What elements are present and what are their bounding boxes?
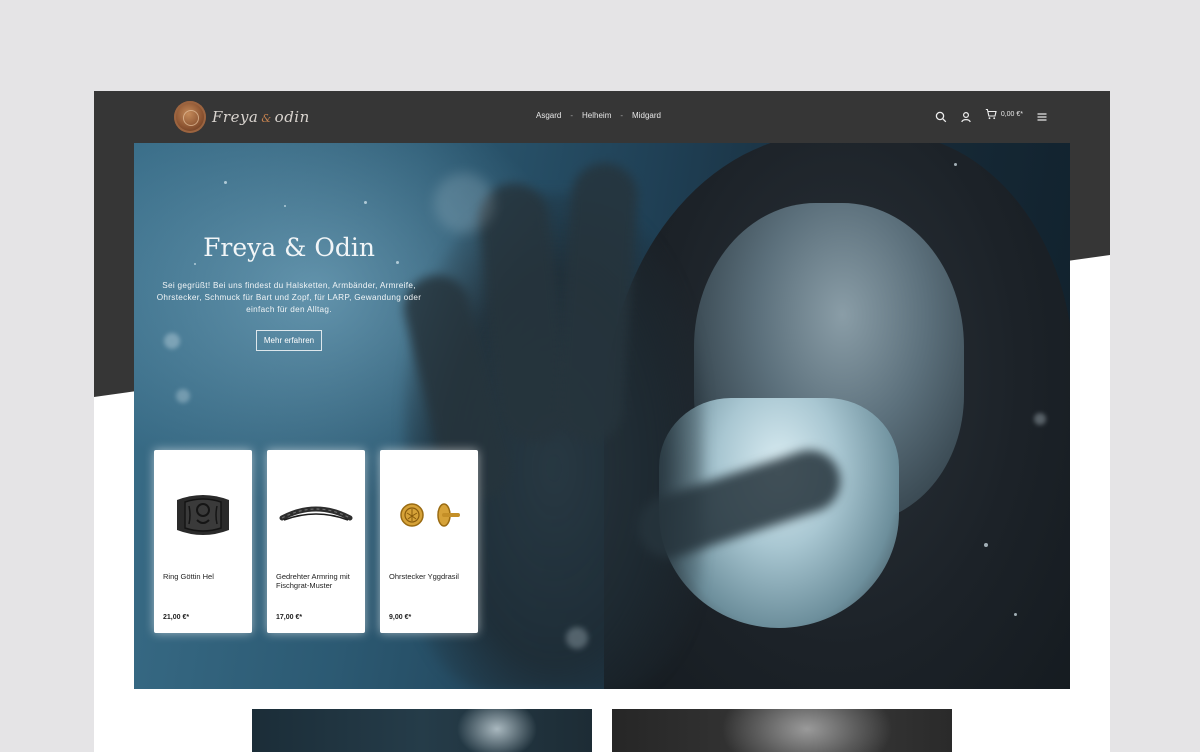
featured-products: Ring Göttin Hel 21,00 €* Gedrehter Armri…: [154, 450, 478, 633]
brand-logo[interactable]: Freya & odin: [174, 101, 310, 133]
product-name: Ring Göttin Hel: [163, 572, 214, 581]
snowflake: [434, 173, 494, 233]
logo-name-odin: odin: [274, 108, 310, 126]
user-icon[interactable]: [960, 108, 972, 123]
hero-banner: Freya & Odin Sei gegrüßt! Bei uns findes…: [134, 143, 1070, 689]
product-card[interactable]: Ring Göttin Hel 21,00 €*: [154, 450, 252, 633]
product-image-ring: [154, 460, 252, 570]
product-price: 17,00 €*: [276, 614, 303, 621]
page-frame: Freya & odin Asgard - Helheim - Midgard 0,…: [94, 91, 1110, 752]
product-card[interactable]: Gedrehter Armring mit Fischgrat-Muster 1…: [267, 450, 365, 633]
more-info-button[interactable]: Mehr erfahren: [255, 330, 323, 351]
snowflake: [566, 627, 588, 649]
nav-item-midgard[interactable]: Midgard: [632, 111, 661, 120]
logo-emblem-icon: [174, 101, 206, 133]
hero-description: Sei gegrüßt! Bei uns findest du Halskett…: [156, 281, 422, 314]
snowflake: [984, 543, 988, 547]
snowflake: [284, 205, 286, 207]
nav-item-asgard[interactable]: Asgard: [536, 111, 561, 120]
snowflake: [954, 163, 957, 166]
cart-icon: [985, 108, 997, 120]
product-name: Gedrehter Armring mit Fischgrat-Muster: [276, 572, 350, 590]
teaser-image-axe[interactable]: [612, 709, 952, 752]
logo-wordmark: Freya & odin: [212, 108, 310, 126]
hero-title: Freya & Odin: [203, 233, 375, 262]
nav-item-helheim[interactable]: Helheim: [582, 111, 611, 120]
product-image-armring: [267, 460, 365, 570]
menu-icon[interactable]: [1036, 108, 1048, 121]
nav-separator: -: [620, 111, 624, 120]
snowflake: [364, 201, 367, 204]
snowflake: [1034, 413, 1046, 425]
product-name: Ohrstecker Yggdrasil: [389, 572, 459, 581]
product-image-earrings: [380, 460, 478, 570]
product-price: 9,00 €*: [389, 614, 412, 621]
snowflake: [224, 181, 227, 184]
cart-button[interactable]: 0,00 €*: [985, 108, 1023, 120]
header-actions: 0,00 €*: [935, 108, 1048, 123]
nav-separator: -: [570, 111, 574, 120]
teaser-image-odin[interactable]: [252, 709, 592, 752]
main-navigation: Asgard - Helheim - Midgard: [536, 111, 661, 120]
hero-content: Freya & Odin Sei gegrüßt! Bei uns findes…: [154, 233, 424, 351]
site-header: Freya & odin Asgard - Helheim - Midgard 0,…: [94, 91, 1110, 143]
snowflake: [176, 389, 190, 403]
product-card[interactable]: Ohrstecker Yggdrasil 9,00 €*: [380, 450, 478, 633]
snowflake: [1014, 613, 1017, 616]
logo-name-freya: Freya: [212, 108, 259, 126]
cart-total: 0,00 €*: [1000, 110, 1023, 118]
logo-ampersand: &: [261, 112, 272, 125]
product-price: 21,00 €*: [163, 614, 190, 621]
search-icon[interactable]: [935, 108, 947, 123]
